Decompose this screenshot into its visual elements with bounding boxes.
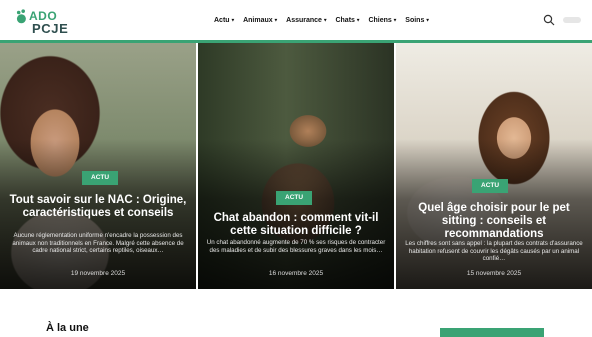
site-logo[interactable]: ADO PCJE <box>16 6 86 36</box>
nav-item-actu[interactable]: Actu ▾ <box>214 14 234 26</box>
site-header: ADO PCJE Actu ▾ Animaux ▾ Assurance ▾ Chats… <box>0 0 592 40</box>
nav-item-chiens[interactable]: Chiens ▾ <box>368 14 396 26</box>
section-title: À la une <box>46 322 89 334</box>
nav-item-chats[interactable]: Chats ▾ <box>335 14 359 26</box>
hero-card-date: 15 novembre 2025 <box>466 270 522 277</box>
nav-label: Chiens <box>368 16 392 24</box>
chevron-down-icon: ▾ <box>393 17 397 24</box>
hero-card[interactable]: ACTU Tout savoir sur le NAC : Origine, c… <box>0 43 196 289</box>
chevron-down-icon: ▾ <box>323 17 327 24</box>
nav-item-assurance[interactable]: Assurance ▾ <box>286 14 326 26</box>
hero-grid: ACTU Tout savoir sur le NAC : Origine, c… <box>0 43 592 289</box>
nav-item-animaux[interactable]: Animaux ▾ <box>243 14 277 26</box>
theme-toggle[interactable] <box>563 17 581 23</box>
hero-card-title[interactable]: Quel âge choisir pour le pet sitting : c… <box>404 202 584 241</box>
hero-card-excerpt: Aucune réglementation uniforme n'encadre… <box>12 232 184 255</box>
hero-card-excerpt: Les chiffres sont sans appel : la plupar… <box>405 240 583 263</box>
hero-card[interactable]: ACTU Quel âge choisir pour le pet sittin… <box>396 43 592 289</box>
search-icon[interactable] <box>543 14 555 26</box>
chevron-down-icon: ▾ <box>274 17 278 24</box>
main-nav: Actu ▾ Animaux ▾ Assurance ▾ Chats ▾ Chiens ▾… <box>214 14 429 26</box>
nav-label: Chats <box>335 16 355 24</box>
nav-label: Assurance <box>286 16 322 24</box>
hero-card-date: 16 novembre 2025 <box>268 270 324 277</box>
category-badge[interactable]: ACTU <box>276 191 313 205</box>
category-badge[interactable]: ACTU <box>82 171 119 185</box>
chevron-down-icon: ▾ <box>426 17 429 24</box>
chevron-down-icon: ▾ <box>231 17 235 24</box>
hero-card-title[interactable]: Chat abandon : comment vit-il cette situ… <box>206 212 386 238</box>
hero-card-excerpt: Un chat abandonné augmente de 70 % ses r… <box>206 239 386 254</box>
featured-section: À la une <box>0 289 592 337</box>
nav-label: Actu <box>214 16 230 24</box>
sidebar-accent-block <box>440 328 544 337</box>
category-badge[interactable]: ACTU <box>472 179 509 193</box>
chevron-down-icon: ▾ <box>356 17 360 24</box>
nav-item-soins[interactable]: Soins ▾ <box>405 14 429 26</box>
hero-card-date: 19 novembre 2025 <box>70 270 126 277</box>
nav-label: Animaux <box>243 16 273 24</box>
logo-text-bottom: PCJE <box>32 21 69 36</box>
hero-card-title[interactable]: Tout savoir sur le NAC : Origine, caract… <box>8 194 188 220</box>
nav-label: Soins <box>405 16 425 24</box>
hero-card[interactable]: ACTU Chat abandon : comment vit-il cette… <box>198 43 394 289</box>
